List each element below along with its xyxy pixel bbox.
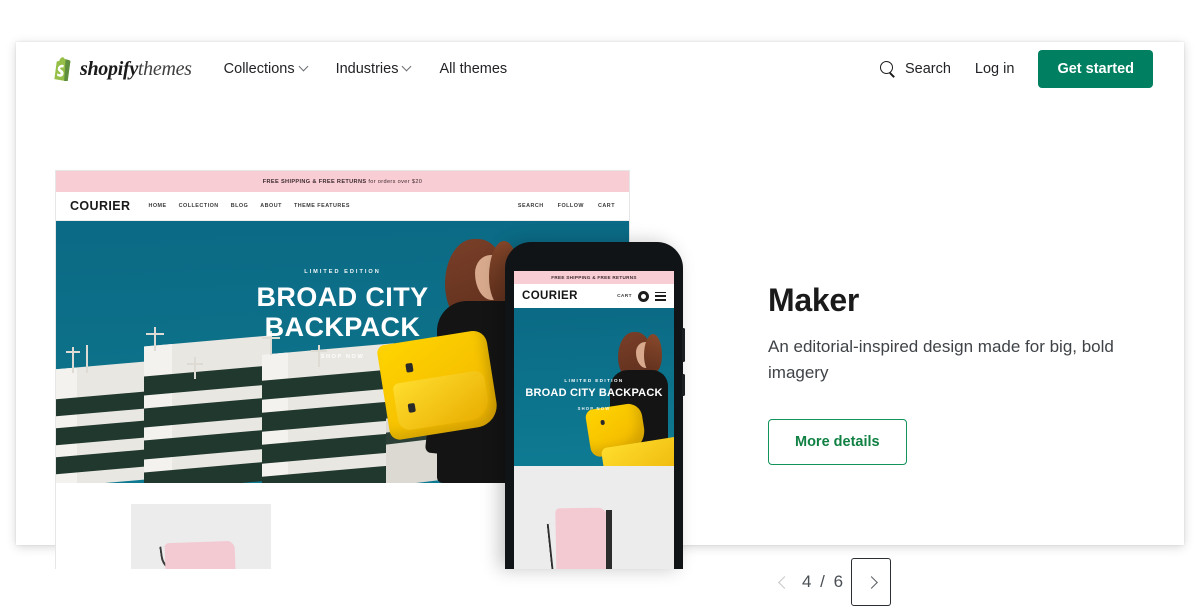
phone-product-section bbox=[514, 466, 674, 569]
nav-label: Industries bbox=[335, 61, 399, 77]
phone-screen: FREE SHIPPING & FREE RETURNS COURIER CAR… bbox=[514, 271, 674, 569]
phone-volume-button bbox=[682, 328, 685, 362]
preview-nav-home[interactable]: HOME bbox=[148, 203, 166, 209]
phone-announcement-text: FREE SHIPPING & FREE RETURNS bbox=[551, 275, 637, 280]
phone-hero-cta[interactable]: SHOP NOW bbox=[514, 406, 674, 411]
phone-hero: LIMITED EDITION BROAD CITY BACKPACK SHOP… bbox=[514, 308, 674, 466]
preview-nav-blog[interactable]: BLOG bbox=[231, 203, 249, 209]
chevron-down-icon bbox=[300, 63, 308, 71]
phone-hero-kicker: LIMITED EDITION bbox=[564, 378, 624, 383]
theme-detail-panel: Maker An editorial-inspired design made … bbox=[768, 282, 1148, 465]
search-label: Search bbox=[904, 61, 951, 77]
login-link[interactable]: Log in bbox=[975, 61, 1015, 77]
header-actions: Search Log in Get started bbox=[879, 50, 1153, 88]
preview-nav-theme-features[interactable]: THEME FEATURES bbox=[294, 203, 350, 209]
phone-hero-title: BROAD CITY BACKPACK bbox=[525, 387, 663, 399]
hamburger-menu-icon[interactable] bbox=[655, 291, 666, 301]
site-header: shopifythemes Collections Industries All… bbox=[16, 42, 1184, 96]
brand-light-text: themes bbox=[137, 57, 192, 80]
preview-nav: COURIER HOME COLLECTION BLOG ABOUT THEME… bbox=[56, 192, 629, 221]
nav-label: Collections bbox=[223, 61, 295, 77]
brand-bold-text: shopify bbox=[80, 57, 138, 80]
get-started-button[interactable]: Get started bbox=[1038, 50, 1153, 88]
preview-nav-right: SEARCH FOLLOW CART bbox=[518, 203, 615, 209]
pagination-count: 4 / 6 bbox=[802, 572, 846, 591]
search-icon bbox=[879, 61, 896, 77]
preview-brand: COURIER bbox=[70, 199, 131, 213]
showcase-area: FREE SHIPPING & FREE RETURNS for orders … bbox=[16, 96, 1184, 606]
nav-item-all-themes[interactable]: All themes bbox=[439, 61, 507, 77]
nav-item-collections[interactable]: Collections bbox=[224, 61, 308, 77]
theme-showcase-card: shopifythemes Collections Industries All… bbox=[16, 42, 1184, 606]
phone-cart-label[interactable]: CART bbox=[617, 294, 632, 299]
phone-brand: COURIER bbox=[522, 290, 578, 302]
next-theme-button[interactable] bbox=[851, 558, 892, 606]
phone-nav-actions: CART bbox=[617, 290, 666, 302]
preview-product-card[interactable] bbox=[131, 504, 271, 569]
carousel-pagination: 4 / 6 bbox=[768, 558, 892, 606]
building-right bbox=[262, 343, 394, 483]
phone-announcement-bar: FREE SHIPPING & FREE RETURNS bbox=[514, 271, 674, 284]
phone-product-card[interactable] bbox=[555, 507, 609, 569]
chevron-right-icon bbox=[867, 578, 876, 587]
theme-title: Maker bbox=[768, 282, 860, 318]
chevron-left-icon bbox=[778, 578, 787, 587]
preview-nav-about[interactable]: ABOUT bbox=[260, 203, 282, 209]
antenna-icon bbox=[187, 363, 203, 365]
preview-announcement-text: FREE SHIPPING & FREE RETURNS for orders … bbox=[262, 178, 423, 185]
preview-nav-collection[interactable]: COLLECTION bbox=[179, 203, 219, 209]
shopify-bag-icon bbox=[52, 57, 73, 82]
nav-item-industries[interactable]: Industries bbox=[336, 61, 412, 77]
phone-nav: COURIER CART bbox=[514, 284, 674, 308]
brand-wordmark: shopifythemes bbox=[80, 58, 192, 81]
cart-badge-icon[interactable] bbox=[638, 290, 649, 302]
phone-hero-copy: LIMITED EDITION BROAD CITY BACKPACK SHOP… bbox=[514, 378, 674, 411]
mobile-theme-preview[interactable]: FREE SHIPPING & FREE RETURNS COURIER CAR… bbox=[505, 242, 685, 569]
nav-label: All themes bbox=[439, 61, 508, 77]
preview-nav-follow[interactable]: FOLLOW bbox=[558, 203, 584, 209]
preview-nav-links: HOME COLLECTION BLOG ABOUT THEME FEATURE… bbox=[148, 203, 350, 209]
phone-power-button bbox=[682, 374, 685, 396]
more-details-button[interactable]: More details bbox=[768, 418, 907, 465]
brand-logo[interactable]: shopifythemes bbox=[52, 57, 192, 82]
search-button[interactable]: Search bbox=[879, 61, 951, 77]
preview-nav-search[interactable]: SEARCH bbox=[518, 203, 544, 209]
preview-nav-cart[interactable]: CART bbox=[598, 203, 615, 209]
prev-theme-button[interactable] bbox=[768, 558, 796, 606]
preview-announcement-bar: FREE SHIPPING & FREE RETURNS for orders … bbox=[56, 171, 629, 192]
theme-description: An editorial-inspired design made for bi… bbox=[768, 337, 1114, 383]
chevron-down-icon bbox=[403, 63, 411, 71]
main-nav: Collections Industries All themes bbox=[224, 61, 508, 77]
